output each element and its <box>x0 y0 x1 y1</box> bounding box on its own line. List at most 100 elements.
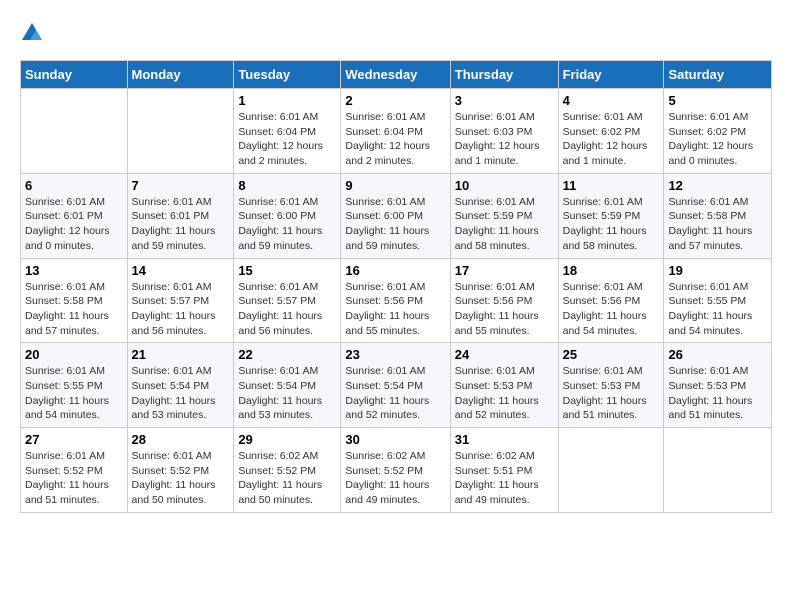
day-info: Sunrise: 6:01 AM Sunset: 5:57 PM Dayligh… <box>132 280 230 339</box>
day-number: 9 <box>345 178 445 193</box>
day-info: Sunrise: 6:01 AM Sunset: 6:00 PM Dayligh… <box>345 195 445 254</box>
day-info: Sunrise: 6:02 AM Sunset: 5:52 PM Dayligh… <box>345 449 445 508</box>
calendar-cell: 24Sunrise: 6:01 AM Sunset: 5:53 PM Dayli… <box>450 343 558 428</box>
day-number: 14 <box>132 263 230 278</box>
calendar-week-row: 13Sunrise: 6:01 AM Sunset: 5:58 PM Dayli… <box>21 258 772 343</box>
day-number: 10 <box>455 178 554 193</box>
calendar-cell: 29 Sunrise: 6:02 AM Sunset: 5:52 PM Dayli… <box>234 428 341 513</box>
calendar-cell: 9 Sunrise: 6:01 AM Sunset: 6:00 PM Daylig… <box>341 173 450 258</box>
day-header: Friday <box>558 61 664 89</box>
day-info: Sunrise: 6:01 AM Sunset: 5:54 PM Dayligh… <box>132 364 230 423</box>
calendar-cell: 31 Sunrise: 6:02 AM Sunset: 5:51 PM Dayli… <box>450 428 558 513</box>
day-info: Sunrise: 6:01 AM Sunset: 6:04 PM Dayligh… <box>238 110 336 169</box>
day-number: 20 <box>25 347 123 362</box>
calendar-cell: 1 Sunrise: 6:01 AM Sunset: 6:04 PM Daylig… <box>234 89 341 174</box>
calendar-cell: 16 Sunrise: 6:01 AM Sunset: 5:56 PM Dayli… <box>341 258 450 343</box>
calendar-week-row: 27 Sunrise: 6:01 AM Sunset: 5:52 PM Dayli… <box>21 428 772 513</box>
calendar-cell <box>127 89 234 174</box>
day-info: Sunrise: 6:01 AM Sunset: 5:58 PM Dayligh… <box>668 195 767 254</box>
day-info: Sunrise: 6:01 AM Sunset: 6:02 PM Dayligh… <box>563 110 660 169</box>
day-number: 29 <box>238 432 336 447</box>
day-number: 18 <box>563 263 660 278</box>
day-header: Tuesday <box>234 61 341 89</box>
calendar-cell: 6 Sunrise: 6:01 AM Sunset: 6:01 PM Daylig… <box>21 173 128 258</box>
calendar-cell: 18 Sunrise: 6:01 AM Sunset: 5:56 PM Dayli… <box>558 258 664 343</box>
day-info: Sunrise: 6:01 AM Sunset: 5:54 PM Dayligh… <box>345 364 445 423</box>
calendar-cell: 5 Sunrise: 6:01 AM Sunset: 6:02 PM Daylig… <box>664 89 772 174</box>
calendar-cell: 13Sunrise: 6:01 AM Sunset: 5:58 PM Dayli… <box>21 258 128 343</box>
day-number: 23 <box>345 347 445 362</box>
calendar-cell: 21 Sunrise: 6:01 AM Sunset: 5:54 PM Dayli… <box>127 343 234 428</box>
calendar-cell <box>21 89 128 174</box>
day-header: Monday <box>127 61 234 89</box>
day-number: 17 <box>455 263 554 278</box>
calendar-body: 1 Sunrise: 6:01 AM Sunset: 6:04 PM Daylig… <box>21 89 772 513</box>
day-number: 30 <box>345 432 445 447</box>
day-info: Sunrise: 6:01 AM Sunset: 6:01 PM Dayligh… <box>132 195 230 254</box>
day-header: Saturday <box>664 61 772 89</box>
day-info: Sunrise: 6:01 AM Sunset: 5:53 PM Dayligh… <box>563 364 660 423</box>
calendar-cell: 7 Sunrise: 6:01 AM Sunset: 6:01 PM Daylig… <box>127 173 234 258</box>
calendar-cell: 12Sunrise: 6:01 AM Sunset: 5:58 PM Dayli… <box>664 173 772 258</box>
day-number: 2 <box>345 93 445 108</box>
day-info: Sunrise: 6:01 AM Sunset: 5:53 PM Dayligh… <box>668 364 767 423</box>
day-number: 22 <box>238 347 336 362</box>
day-number: 21 <box>132 347 230 362</box>
calendar-cell: 27 Sunrise: 6:01 AM Sunset: 5:52 PM Dayli… <box>21 428 128 513</box>
day-number: 8 <box>238 178 336 193</box>
calendar-week-row: 20 Sunrise: 6:01 AM Sunset: 5:55 PM Dayli… <box>21 343 772 428</box>
calendar-week-row: 6 Sunrise: 6:01 AM Sunset: 6:01 PM Daylig… <box>21 173 772 258</box>
day-info: Sunrise: 6:01 AM Sunset: 5:59 PM Dayligh… <box>563 195 660 254</box>
day-number: 19 <box>668 263 767 278</box>
calendar-cell: 26 Sunrise: 6:01 AM Sunset: 5:53 PM Dayli… <box>664 343 772 428</box>
day-header: Sunday <box>21 61 128 89</box>
day-info: Sunrise: 6:01 AM Sunset: 5:56 PM Dayligh… <box>455 280 554 339</box>
day-number: 16 <box>345 263 445 278</box>
calendar-cell: 10 Sunrise: 6:01 AM Sunset: 5:59 PM Dayli… <box>450 173 558 258</box>
day-header: Thursday <box>450 61 558 89</box>
calendar-cell: 20 Sunrise: 6:01 AM Sunset: 5:55 PM Dayli… <box>21 343 128 428</box>
calendar-week-row: 1 Sunrise: 6:01 AM Sunset: 6:04 PM Daylig… <box>21 89 772 174</box>
calendar-cell: 17 Sunrise: 6:01 AM Sunset: 5:56 PM Dayli… <box>450 258 558 343</box>
day-number: 1 <box>238 93 336 108</box>
day-info: Sunrise: 6:01 AM Sunset: 5:59 PM Dayligh… <box>455 195 554 254</box>
logo-icon <box>20 20 44 44</box>
day-info: Sunrise: 6:01 AM Sunset: 6:02 PM Dayligh… <box>668 110 767 169</box>
day-number: 26 <box>668 347 767 362</box>
calendar-cell: 19Sunrise: 6:01 AM Sunset: 5:55 PM Dayli… <box>664 258 772 343</box>
day-info: Sunrise: 6:02 AM Sunset: 5:52 PM Dayligh… <box>238 449 336 508</box>
calendar-cell <box>664 428 772 513</box>
calendar-cell: 8 Sunrise: 6:01 AM Sunset: 6:00 PM Daylig… <box>234 173 341 258</box>
calendar-cell: 22Sunrise: 6:01 AM Sunset: 5:54 PM Dayli… <box>234 343 341 428</box>
day-number: 4 <box>563 93 660 108</box>
day-number: 3 <box>455 93 554 108</box>
calendar-cell: 25 Sunrise: 6:01 AM Sunset: 5:53 PM Dayli… <box>558 343 664 428</box>
day-number: 24 <box>455 347 554 362</box>
calendar-cell <box>558 428 664 513</box>
day-number: 27 <box>25 432 123 447</box>
day-header: Wednesday <box>341 61 450 89</box>
day-info: Sunrise: 6:01 AM Sunset: 6:00 PM Dayligh… <box>238 195 336 254</box>
calendar-cell: 15Sunrise: 6:01 AM Sunset: 5:57 PM Dayli… <box>234 258 341 343</box>
day-info: Sunrise: 6:01 AM Sunset: 5:55 PM Dayligh… <box>25 364 123 423</box>
day-number: 25 <box>563 347 660 362</box>
day-info: Sunrise: 6:01 AM Sunset: 5:52 PM Dayligh… <box>25 449 123 508</box>
day-info: Sunrise: 6:01 AM Sunset: 5:52 PM Dayligh… <box>132 449 230 508</box>
day-number: 5 <box>668 93 767 108</box>
calendar-cell: 3Sunrise: 6:01 AM Sunset: 6:03 PM Daylig… <box>450 89 558 174</box>
day-number: 28 <box>132 432 230 447</box>
calendar-header-row: SundayMondayTuesdayWednesdayThursdayFrid… <box>21 61 772 89</box>
calendar-table: SundayMondayTuesdayWednesdayThursdayFrid… <box>20 60 772 513</box>
day-number: 31 <box>455 432 554 447</box>
calendar-cell: 14 Sunrise: 6:01 AM Sunset: 5:57 PM Dayli… <box>127 258 234 343</box>
day-number: 7 <box>132 178 230 193</box>
day-info: Sunrise: 6:01 AM Sunset: 5:56 PM Dayligh… <box>563 280 660 339</box>
day-info: Sunrise: 6:02 AM Sunset: 5:51 PM Dayligh… <box>455 449 554 508</box>
day-number: 11 <box>563 178 660 193</box>
calendar-cell: 28 Sunrise: 6:01 AM Sunset: 5:52 PM Dayli… <box>127 428 234 513</box>
day-info: Sunrise: 6:01 AM Sunset: 5:56 PM Dayligh… <box>345 280 445 339</box>
logo <box>20 20 48 44</box>
day-info: Sunrise: 6:01 AM Sunset: 6:01 PM Dayligh… <box>25 195 123 254</box>
calendar-cell: 4 Sunrise: 6:01 AM Sunset: 6:02 PM Daylig… <box>558 89 664 174</box>
day-number: 6 <box>25 178 123 193</box>
